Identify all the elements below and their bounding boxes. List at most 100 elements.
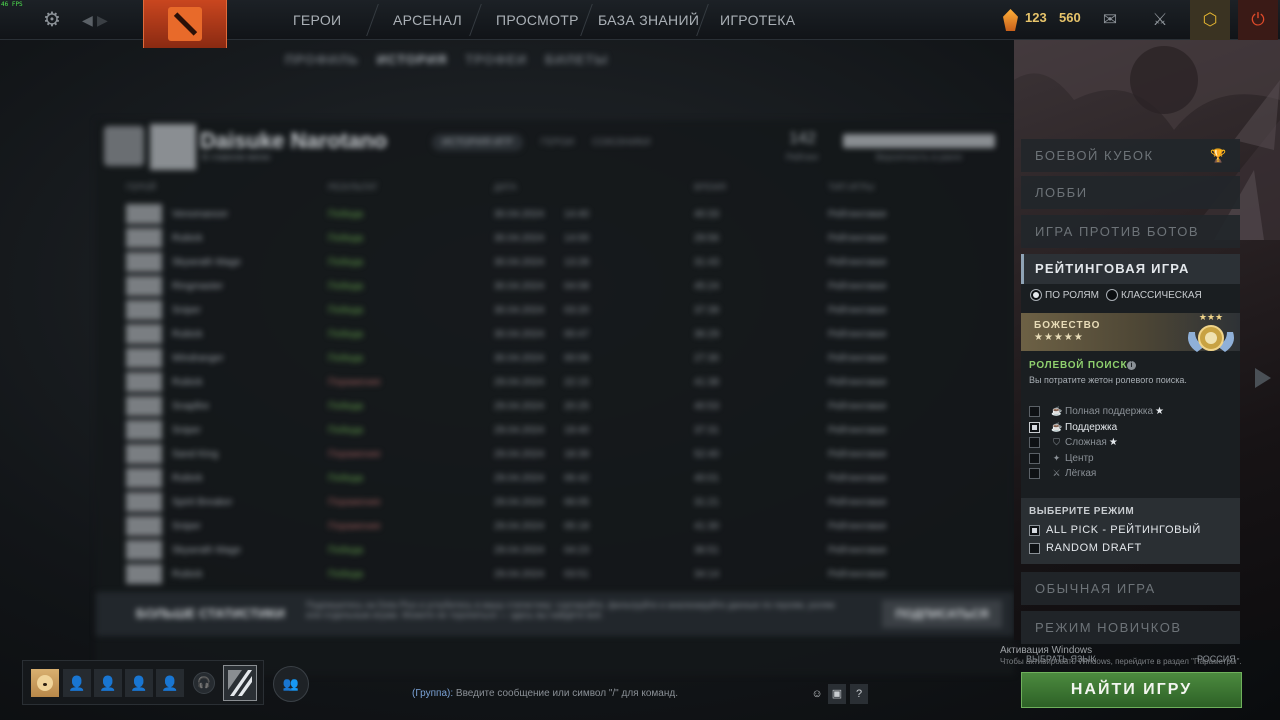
- newbie-mode-button[interactable]: РЕЖИМ НОВИЧКОВ: [1021, 611, 1240, 644]
- emoji-icon[interactable]: ☺: [808, 684, 826, 704]
- mail-icon[interactable]: ✉: [1090, 0, 1130, 40]
- rank-medal-icon: [104, 126, 144, 166]
- match-time: 03:51: [564, 569, 590, 580]
- hero-name: Rubick: [172, 329, 203, 340]
- expand-arrow-icon[interactable]: [1255, 368, 1271, 388]
- queue-roles-radio[interactable]: ПО РОЛЯМ: [1030, 289, 1099, 301]
- role-hard-support[interactable]: ☕ Полная поддержка ★: [1029, 404, 1164, 418]
- match-type: Рейтинговая: [828, 401, 887, 412]
- mode-checkbox[interactable]: [1029, 524, 1040, 536]
- battle-cup-button[interactable]: БОЕВОЙ КУБОК 🏆: [1021, 139, 1240, 172]
- chat-wheel-icon[interactable]: ▣: [828, 684, 846, 704]
- hero-portrait-icon: [126, 516, 162, 536]
- user-icon: 👤: [130, 674, 148, 691]
- mid-icon: ✦: [1052, 452, 1061, 463]
- match-duration: 29:56: [694, 233, 720, 244]
- match-result: Победа: [328, 281, 364, 292]
- match-duration: 40:01: [694, 473, 720, 484]
- role-support[interactable]: ☕ Поддержка: [1029, 420, 1117, 434]
- match-date: 30.04.2024: [494, 281, 545, 292]
- match-result: Победа: [328, 209, 364, 220]
- hero-portrait-icon: [126, 540, 162, 560]
- match-type: Рейтинговая: [828, 545, 887, 556]
- match-duration: 41:30: [694, 521, 720, 532]
- table-row[interactable]: Venomancer Победа 30.04.2024 14:40 40:33 Рейт…: [126, 202, 1006, 226]
- rank-progress-bar: [843, 134, 995, 148]
- queue-roles-label: ПО РОЛЯМ: [1045, 289, 1099, 301]
- table-row[interactable]: Skywrath Mage Победа 30.04.2024 13:28 31:43 Р…: [126, 250, 1006, 274]
- friends-icon[interactable]: 👥: [273, 666, 309, 702]
- tab-allies[interactable]: СОЮЗНИКИ: [592, 134, 650, 151]
- hero-name: Rubick: [172, 377, 203, 388]
- mode-random-draft[interactable]: RANDOM DRAFT: [1029, 541, 1142, 555]
- find-match-button[interactable]: НАЙТИ ИГРУ: [1021, 672, 1242, 708]
- party-slot-empty[interactable]: 👤: [94, 669, 122, 697]
- match-date: 29.04.2024: [494, 425, 545, 436]
- table-row[interactable]: Windranger Победа 30.04.2024 00:09 27:30 Рейт…: [126, 346, 1006, 370]
- table-row[interactable]: Sniper Поражение 29.04.2024 05:18 41:30 Рейти…: [126, 514, 1006, 538]
- hero-name: Skywrath Mage: [172, 257, 241, 268]
- table-row[interactable]: Skywrath Mage Победа 29.04.2024 04:23 36:51 Р…: [126, 538, 1006, 562]
- party-slot-empty[interactable]: 👤: [125, 669, 153, 697]
- dota-plus-icon[interactable]: ⬡: [1190, 0, 1230, 40]
- table-row[interactable]: Snapfire Победа 29.04.2024 20:25 40:53 Рейтин…: [126, 394, 1006, 418]
- party-slot-empty[interactable]: 👤: [156, 669, 184, 697]
- hero-name: Rubick: [172, 473, 203, 484]
- headset-icon[interactable]: 🎧: [193, 672, 215, 694]
- queue-classic-radio[interactable]: КЛАССИЧЕСКАЯ: [1106, 289, 1202, 301]
- rank-progress-label: Вероятность в ранге: [875, 152, 963, 162]
- table-row[interactable]: Rubick Победа 29.04.2024 03:51 34:14 Рейтинго…: [126, 562, 1006, 586]
- radio-off-icon: [1106, 289, 1118, 301]
- role-offlane[interactable]: ⛉ Сложная ★: [1029, 435, 1118, 449]
- match-time: 18:39: [564, 449, 590, 460]
- chat-input[interactable]: (Группа): Введите сообщение или символ "…: [412, 684, 810, 704]
- avatar[interactable]: [31, 669, 59, 697]
- mode-all-pick[interactable]: ALL PICK - РЕЙТИНГОВЫЙ: [1029, 523, 1201, 537]
- match-duration: 37:39: [694, 305, 720, 316]
- lobby-button[interactable]: ЛОББИ: [1021, 176, 1240, 209]
- bots-button[interactable]: ИГРА ПРОТИВ БОТОВ: [1021, 215, 1240, 248]
- power-icon[interactable]: ⏻: [1238, 0, 1278, 40]
- table-row[interactable]: Sniper Победа 29.04.2024 19:40 37:31 Рейтинго…: [126, 418, 1006, 442]
- table-row[interactable]: Rubick Поражение 29.04.2024 22:15 41:38 Рейти…: [126, 370, 1006, 394]
- info-icon[interactable]: i: [1127, 361, 1136, 370]
- match-result: Победа: [328, 545, 364, 556]
- match-date: 29.04.2024: [494, 473, 545, 484]
- table-row[interactable]: Rubick Победа 29.04.2024 06:42 40:01 Рейтинго…: [126, 466, 1006, 490]
- match-date: 29.04.2024: [494, 449, 545, 460]
- role-checkbox[interactable]: [1029, 436, 1040, 448]
- hero-name: Venomancer: [172, 209, 229, 220]
- role-checkbox[interactable]: [1029, 421, 1040, 433]
- table-row[interactable]: Sniper Победа 30.04.2024 03:20 37:39 Рейтинго…: [126, 298, 1006, 322]
- table-row[interactable]: Rubick Победа 30.04.2024 14:00 29:56 Рейтинго…: [126, 226, 1006, 250]
- mode-checkbox[interactable]: [1029, 542, 1040, 554]
- table-row[interactable]: Sand King Поражение 29.04.2024 18:39 52:40 Ре…: [126, 442, 1006, 466]
- subscribe-button[interactable]: ПОДПИСАТЬСЯ: [882, 600, 1002, 628]
- hard-support-icon: ☕: [1051, 405, 1063, 416]
- table-row[interactable]: Ringmaster Победа 30.04.2024 04:08 45:24 Рейт…: [126, 274, 1006, 298]
- role-checkbox[interactable]: [1029, 452, 1040, 464]
- sword-icon[interactable]: ⚔: [1140, 0, 1180, 40]
- ranked-title[interactable]: РЕЙТИНГОВАЯ ИГРА: [1021, 254, 1240, 284]
- tab-heroes[interactable]: ГЕРОИ: [541, 134, 575, 151]
- profile-details-blurred: Daisuke Narotano В главном меню ИСТОРИЯ …: [0, 0, 1014, 640]
- party-slot-empty[interactable]: 👤: [63, 669, 91, 697]
- role-checkbox[interactable]: [1029, 405, 1040, 417]
- role-mid[interactable]: ✦ Центр: [1029, 451, 1094, 465]
- match-duration: 36:29: [694, 329, 720, 340]
- normal-game-button[interactable]: ОБЫЧНАЯ ИГРА: [1021, 572, 1240, 605]
- hero-portrait-icon: [126, 420, 162, 440]
- match-date: 29.04.2024: [494, 545, 545, 556]
- table-row[interactable]: Spirit Breaker Поражение 29.04.2024 06:05 31…: [126, 490, 1006, 514]
- help-icon[interactable]: ?: [850, 684, 868, 704]
- role-checkbox[interactable]: [1029, 467, 1040, 479]
- hero-name: Rubick: [172, 569, 203, 580]
- match-time: 14:00: [564, 233, 590, 244]
- player-status: В главном меню: [202, 152, 271, 162]
- tab-match-history[interactable]: ИСТОРИЯ ИГР: [432, 134, 523, 151]
- role-safe-lane[interactable]: ⚔ Лёгкая: [1029, 466, 1096, 480]
- table-row[interactable]: Rubick Победа 30.04.2024 00:47 36:29 Рейтинго…: [126, 322, 1006, 346]
- role-search-title: РОЛЕВОЙ ПОИСК: [1029, 360, 1128, 371]
- rank-badge-icon[interactable]: [223, 665, 257, 701]
- match-duration: 31:21: [694, 497, 720, 508]
